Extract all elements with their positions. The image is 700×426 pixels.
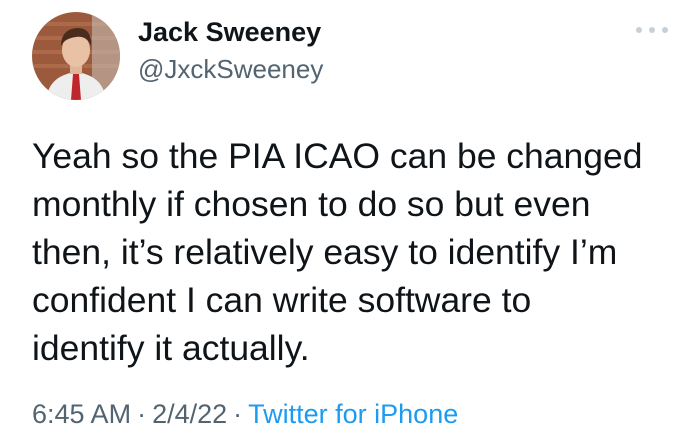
more-dot xyxy=(649,27,655,33)
avatar[interactable] xyxy=(32,12,120,100)
tweet-date[interactable]: 2/4/22 xyxy=(152,399,227,426)
tweet-metadata: 6:45 AM · 2/4/22 · Twitter for iPhone xyxy=(32,398,458,426)
tweet-text-line: monthly if chosen to do so but even xyxy=(32,184,591,224)
tweet-card: Jack Sweeney @JxckSweeney Yeah so the PI… xyxy=(0,0,700,426)
more-dot xyxy=(636,27,642,33)
tweet-text-line: Yeah so the PIA ICAO can be changed xyxy=(32,136,643,176)
author-handle[interactable]: @JxckSweeney xyxy=(138,54,323,84)
avatar-photo xyxy=(32,12,120,100)
more-dot xyxy=(662,27,668,33)
tweet-time[interactable]: 6:45 AM xyxy=(32,399,131,426)
tweet-source-link[interactable]: Twitter for iPhone xyxy=(248,399,458,426)
author-display-name[interactable]: Jack Sweeney xyxy=(138,16,321,48)
tweet-text: Yeah so the PIA ICAO can be changed mont… xyxy=(32,132,682,372)
more-options-icon[interactable] xyxy=(636,20,668,40)
meta-separator: · xyxy=(137,399,147,426)
tweet-text-line: identify it actually. xyxy=(32,328,310,368)
tweet-text-line: confident I can write software to xyxy=(32,280,532,320)
meta-separator: · xyxy=(233,399,243,426)
tweet-text-line: then, it’s relatively easy to identify I… xyxy=(32,232,618,272)
